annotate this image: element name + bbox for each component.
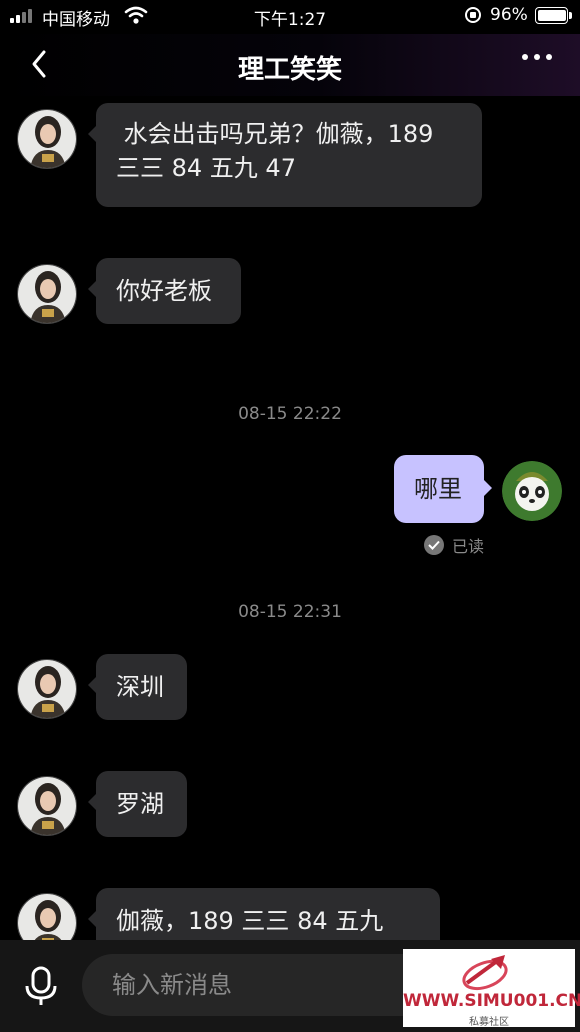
contact-avatar[interactable]	[17, 776, 77, 836]
check-icon	[424, 535, 444, 555]
watermark-url: WWW.SIMU001.CN	[403, 991, 580, 1011]
contact-avatar[interactable]	[17, 264, 77, 324]
message-timestamp: 08-15 22:22	[238, 404, 342, 424]
more-icon[interactable]	[522, 54, 552, 60]
watermark-logo-icon	[462, 955, 508, 991]
contact-avatar[interactable]	[17, 659, 77, 719]
read-receipt: 已读	[424, 533, 484, 557]
status-bar: 中国移动 下午1:27 96%	[0, 0, 580, 34]
read-status: 已读	[452, 537, 485, 556]
chat-title: 理工笑笑	[237, 55, 342, 85]
rotation-lock-icon	[465, 7, 481, 23]
microphone-icon[interactable]	[22, 966, 60, 1006]
battery-percent: 96%	[490, 5, 528, 25]
message-timestamp: 08-15 22:31	[238, 602, 342, 622]
message-bubble[interactable]: 深圳	[88, 654, 187, 720]
own-message-bubble[interactable]: 哪里	[394, 455, 492, 523]
battery-icon	[535, 7, 568, 24]
contact-avatar[interactable]	[17, 109, 77, 169]
watermark: WWW.SIMU001.CN 私募社区	[403, 949, 580, 1028]
own-avatar[interactable]	[502, 461, 562, 521]
battery-nub	[569, 12, 572, 19]
message-bubble[interactable]: 水会出击吗兄弟？伽薇，189 三三 84 五九 47	[88, 103, 482, 207]
message-bubble[interactable]: 罗湖	[88, 771, 187, 837]
message-bubble[interactable]: 你好老板	[88, 258, 241, 324]
chat-header: 理工笑笑	[0, 34, 580, 96]
watermark-sub: 私募社区	[469, 1017, 509, 1028]
